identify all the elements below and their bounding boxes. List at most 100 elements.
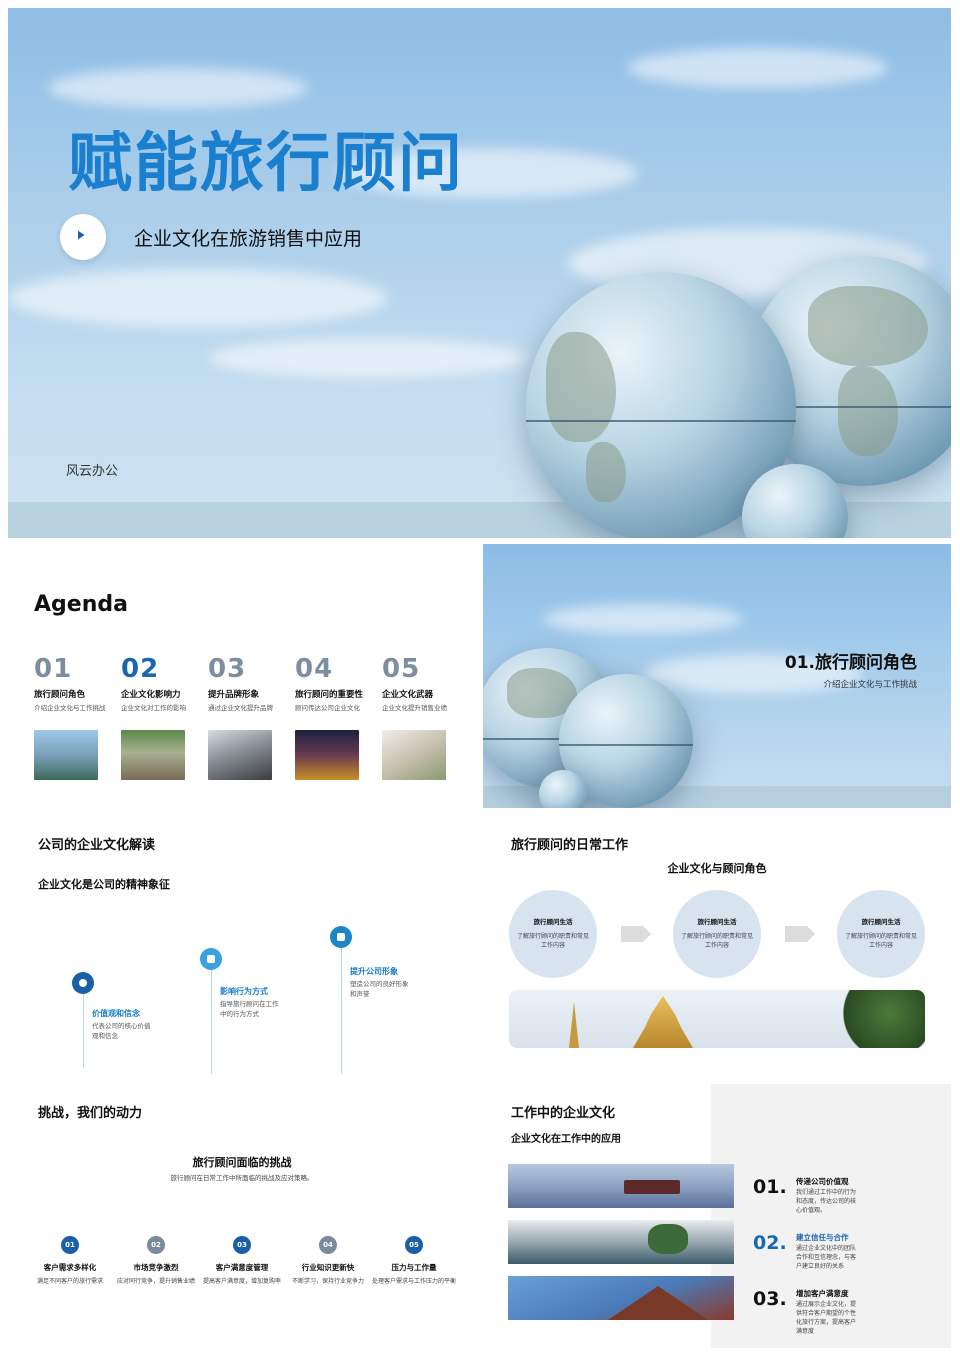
challenge-title: 压力与工作量: [391, 1263, 437, 1272]
challenge-desc: 应对同行竞争，提升销售业绩: [116, 1278, 195, 1285]
challenge-title: 市场竞争激烈: [133, 1263, 179, 1272]
agenda-title: Agenda: [34, 592, 128, 617]
circle-desc: 了解旅行顾问的职责和常见工作内容: [681, 933, 754, 949]
challenge-number: 01: [61, 1236, 79, 1254]
section-slide: 01.旅行顾问角色 介绍企业文化与工作挑战: [483, 544, 951, 808]
item-title: 增加客户满意度: [796, 1289, 849, 1298]
circle-desc: 了解旅行顾问的职责和常见工作内容: [517, 933, 590, 949]
slide-title: 旅行顾问的日常工作: [511, 838, 629, 853]
challenge-number: 05: [405, 1236, 423, 1254]
agenda-item-desc: 介绍企业文化与工作挑战: [34, 704, 106, 712]
timeline-line: [211, 960, 212, 1074]
terrace-image: [121, 730, 185, 780]
challenge-intro: 旅行顾问在日常工作中所面临的挑战及应对策略。: [170, 1174, 314, 1182]
item-number: 02.: [753, 1232, 787, 1254]
timeline-line: [83, 982, 84, 1068]
play-button[interactable]: [60, 214, 106, 260]
building-image: [508, 1220, 734, 1264]
cloud-decoration: [208, 338, 528, 378]
challenge-number: 04: [319, 1236, 337, 1254]
challenge-number: 02: [147, 1236, 165, 1254]
timeline-step-title: 影响行为方式: [220, 987, 268, 996]
circle-desc: 了解旅行顾问的职责和常见工作内容: [845, 933, 918, 949]
roof-image: [208, 730, 272, 780]
challenge-title: 行业知识更新快: [301, 1263, 355, 1272]
challenge-desc: 处理客户需求与工作压力的平衡: [372, 1278, 457, 1285]
boat-image: [508, 1164, 734, 1208]
agenda-item-title: 企业文化武器: [382, 690, 434, 700]
location-icon: [72, 972, 94, 994]
slide-subtitle: 企业文化是公司的精神象征: [38, 878, 170, 891]
timeline-step-title: 提升公司形象: [350, 967, 398, 976]
cover-subtitle: 企业文化在旅游销售中应用: [134, 228, 363, 250]
circle-title: 旅行顾问生活: [697, 918, 737, 926]
timeline-line: [341, 938, 342, 1074]
pagoda-banner-image: [509, 990, 925, 1048]
temple-roof-image: [508, 1276, 734, 1320]
culture-slide: 公司的企业文化解读 企业文化是公司的精神象征 价值观和信念 代表公司的核心价值观…: [8, 814, 476, 1078]
agenda-item[interactable]: 01 旅行顾问角色 介绍企业文化与工作挑战: [34, 654, 106, 780]
arrow-right-icon: [785, 926, 815, 942]
slide-title: 挑战，我们的动力: [38, 1106, 143, 1121]
agenda-item-title: 旅行顾问的重要性: [295, 690, 364, 700]
ferris-wheel-image: [34, 730, 98, 780]
building-icon: [200, 948, 222, 970]
challenges-slide: 挑战，我们的动力 旅行顾问面临的挑战 旅行顾问在日常工作中所面临的挑战及应对策略…: [8, 1084, 476, 1348]
agenda-item-title: 企业文化影响力: [121, 690, 181, 700]
item-desc: 我们通过工作中的行为和态度，传达公司的核心价值观。: [796, 1189, 857, 1214]
agenda-number: 02: [121, 654, 160, 684]
challenge-title: 客户满意度管理: [215, 1263, 269, 1272]
agenda-item[interactable]: 04 旅行顾问的重要性 顾问传达公司企业文化: [295, 654, 367, 780]
gate-image: [295, 730, 359, 780]
challenge-number: 03: [233, 1236, 251, 1254]
challenge-desc: 不断学习，保持行业竞争力: [291, 1278, 364, 1285]
challenge-item: 03 客户满意度管理 提高客户满意度，增加复购率: [200, 1236, 284, 1286]
agenda-item[interactable]: 02 企业文化影响力 企业文化对工作的影响: [121, 654, 193, 780]
item-number: 01.: [753, 1176, 787, 1198]
agenda-item-desc: 企业文化对工作的影响: [121, 704, 186, 712]
role-circle: 旅行顾问生活 了解旅行顾问的职责和常见工作内容: [673, 890, 761, 978]
challenge-title: 客户需求多样化: [43, 1263, 97, 1272]
item-title: 传递公司价值观: [796, 1177, 849, 1186]
cover-title: 赋能旅行顾问: [68, 127, 464, 201]
section-title: 01.旅行顾问角色: [784, 653, 917, 673]
image-icon: [330, 926, 352, 948]
item-title: 建立信任与合作: [796, 1233, 849, 1242]
agenda-item[interactable]: 03 提升品牌形象 通过企业文化提升品牌: [208, 654, 280, 780]
slide-subtitle: 企业文化在工作中的应用: [511, 1134, 621, 1145]
culture-at-work-slide: 工作中的企业文化 企业文化在工作中的应用 01. 传递公司价值观 我们通过工作中…: [483, 1084, 951, 1348]
challenge-desc: 提高客户满意度，增加复购率: [202, 1278, 281, 1285]
play-icon: [78, 230, 85, 240]
challenge-heading: 旅行顾问面临的挑战: [192, 1156, 292, 1169]
timeline-step-desc: 代表公司的核心价值观和信念: [92, 1022, 151, 1040]
agenda-item[interactable]: 05 企业文化武器 企业文化提升销售业绩: [382, 654, 454, 780]
section-subtitle: 介绍企业文化与工作挑战: [823, 680, 917, 690]
daily-work-slide: 旅行顾问的日常工作 企业文化与顾问角色 旅行顾问生活 了解旅行顾问的职责和常见工…: [483, 814, 951, 1078]
circle-title: 旅行顾问生活: [861, 918, 901, 926]
arrow-right-icon: [621, 926, 651, 942]
agenda-slide: Agenda 01 旅行顾问角色 介绍企业文化与工作挑战 02 企业文化影响力 …: [8, 544, 476, 808]
cloud-decoration: [8, 268, 388, 328]
challenge-item: 04 行业知识更新快 不断学习，保持行业竞争力: [286, 1236, 370, 1286]
role-circle: 旅行顾问生活 了解旅行顾问的职责和常见工作内容: [837, 890, 925, 978]
challenge-item: 02 市场竞争激烈 应对同行竞争，提升销售业绩: [114, 1236, 198, 1286]
slide-title: 工作中的企业文化: [511, 1106, 616, 1121]
timeline-step-title: 价值观和信念: [92, 1009, 140, 1018]
challenge-item: 01 客户需求多样化 满足不同客户的旅行需求: [28, 1236, 112, 1286]
circle-title: 旅行顾问生活: [533, 918, 573, 926]
agenda-item-desc: 通过企业文化提升品牌: [208, 704, 273, 712]
slide-title: 公司的企业文化解读: [38, 838, 156, 853]
cloud-decoration: [628, 48, 888, 88]
brand-label: 风云办公: [66, 464, 119, 479]
agenda-item-desc: 顾问传达公司企业文化: [295, 704, 360, 712]
item-desc: 通过企业文化中的团队合作和互信理念，与客户建立良好的关系: [796, 1245, 857, 1270]
challenge-item: 05 压力与工作量 处理客户需求与工作压力的平衡: [372, 1236, 456, 1286]
agenda-item-desc: 企业文化提升销售业绩: [382, 704, 447, 712]
agenda-number: 04: [295, 654, 334, 684]
agenda-number: 01: [34, 654, 73, 684]
slide-subtitle: 企业文化与顾问角色: [667, 862, 767, 875]
agenda-item-title: 提升品牌形象: [208, 690, 260, 700]
agenda-number: 05: [382, 654, 421, 684]
agenda-number: 03: [208, 654, 247, 684]
item-desc: 通过展示企业文化，提供符合客户期望的个性化旅行方案，提高客户满意度: [796, 1301, 857, 1335]
